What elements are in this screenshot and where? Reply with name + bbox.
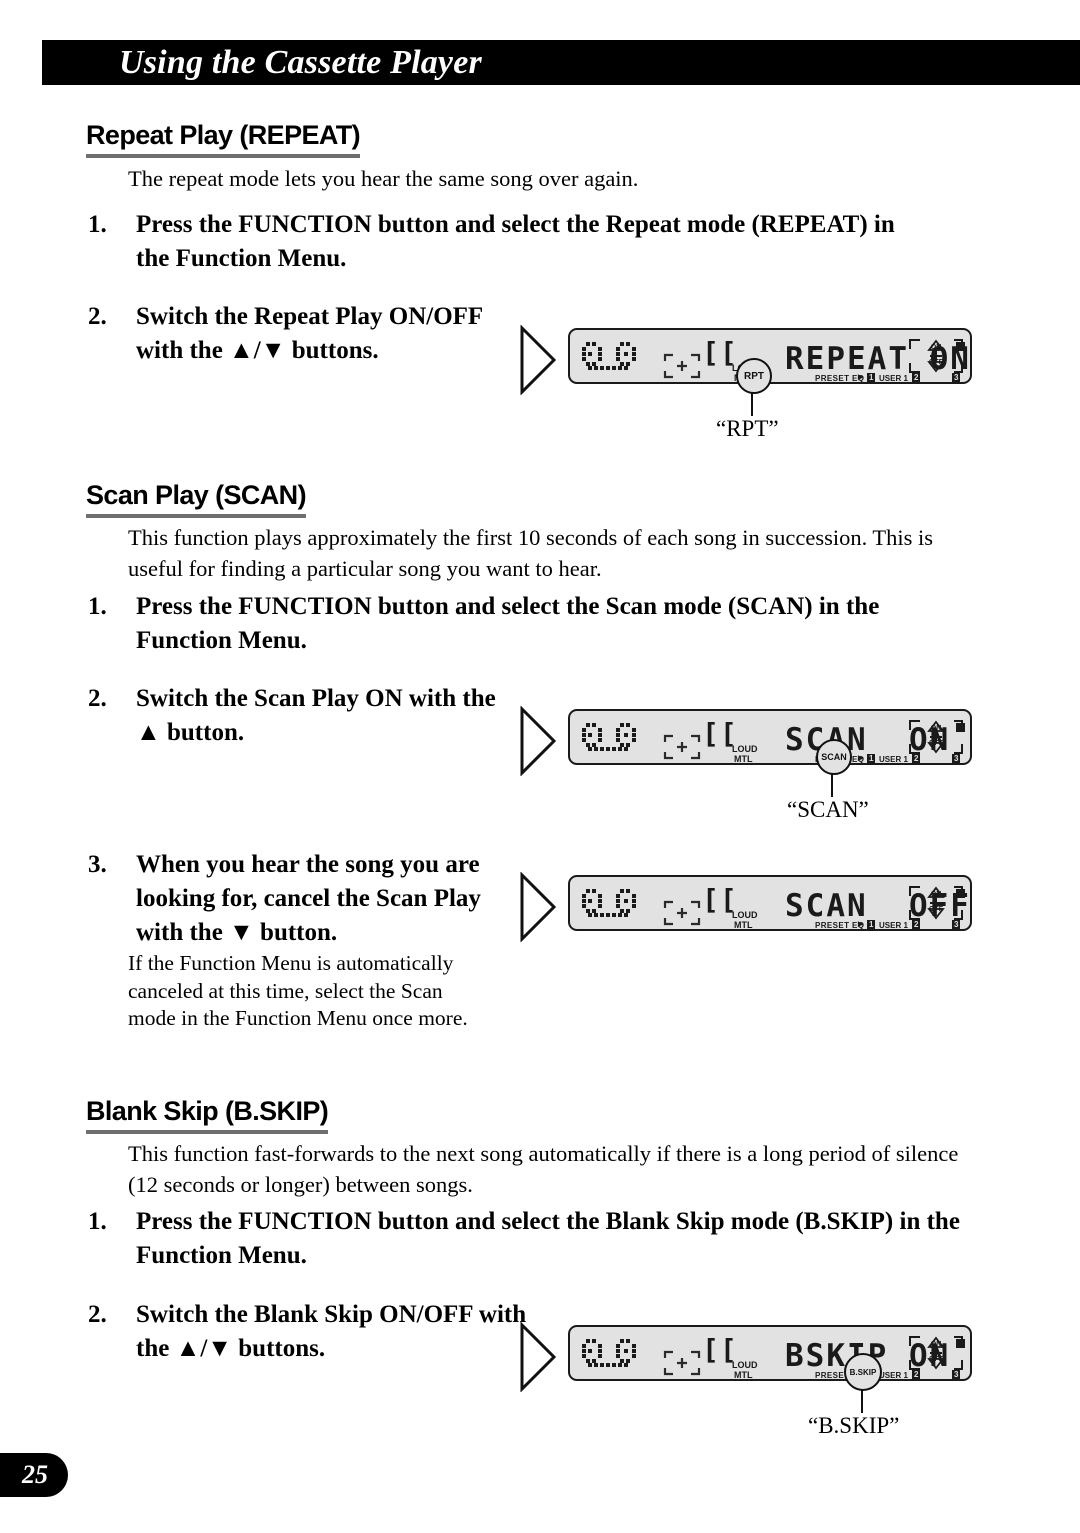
mtl-indicator: MTL xyxy=(734,754,753,764)
step-number: 1. xyxy=(88,211,107,238)
page-title: Using the Cassette Player xyxy=(119,43,482,81)
scan-indicator-callout: SCAN xyxy=(816,739,852,775)
pointer-triangle-scan-off xyxy=(520,872,557,942)
scan-note: If the Function Menu is automatically ca… xyxy=(128,951,468,1030)
step-text: When you hear the song you are looking f… xyxy=(136,851,481,946)
plus-bracket-icon xyxy=(663,734,701,760)
eq-preset-1-badge: 1 xyxy=(867,920,876,929)
lcd-display-scan-on: [[ LOUD MTL SCAN ON PRESET EQ ▶ 1 USER 1… xyxy=(568,709,972,765)
section-intro-scan: This function plays approximately the fi… xyxy=(128,525,934,581)
step-blank-skip-2: 2. Switch the Blank Skip ON/OFF with the… xyxy=(88,1298,528,1366)
pointer-triangle-scan-on xyxy=(520,706,557,776)
step-scan-1: 1. Press the FUNCTION button and select … xyxy=(88,590,938,658)
cassette-reels-icon xyxy=(582,342,636,370)
pointer-triangle-repeat xyxy=(520,325,557,395)
callout-label-bskip: “B.SKIP” xyxy=(808,1413,900,1438)
user-1-label: USER 1 xyxy=(879,921,908,930)
plus-bracket-icon xyxy=(663,900,701,926)
mtl-indicator: MTL xyxy=(734,1370,753,1380)
step-number: 3. xyxy=(88,851,107,878)
step-number: 2. xyxy=(88,303,107,330)
pointer-triangle-bskip xyxy=(520,1322,557,1392)
rpt-indicator-callout: RPT xyxy=(736,358,772,394)
page-number: 25 xyxy=(22,1460,48,1489)
svg-text:ON: ON xyxy=(931,891,942,898)
eq-preset-1-badge: 1 xyxy=(867,373,876,382)
cassette-reels-icon xyxy=(582,1339,636,1367)
section-intro-blank-skip: This function fast-forwards to the next … xyxy=(128,1141,959,1197)
callout-label-scan: “SCAN” xyxy=(787,797,869,822)
step-text: Press the FUNCTION button and select the… xyxy=(136,211,895,272)
svg-text:OFF: OFF xyxy=(929,906,944,913)
section-heading-blank-skip: Blank Skip (B.SKIP) xyxy=(86,1096,329,1134)
svg-text:OFF: OFF xyxy=(929,1356,944,1363)
step-text: Switch the Scan Play ON with the ▲ butto… xyxy=(136,685,496,746)
step-text: Press the FUNCTION button and select the… xyxy=(136,1208,960,1269)
step-scan-2: 2. Switch the Scan Play ON with the ▲ bu… xyxy=(88,682,508,750)
section-intro-repeat: The repeat mode lets you hear the same s… xyxy=(128,166,639,191)
step-repeat-2: 2. Switch the Repeat Play ON/OFF with th… xyxy=(88,300,508,368)
cassette-reels-icon xyxy=(582,889,636,917)
on-off-arrows-icon: ON OFF xyxy=(909,1336,965,1370)
section-heading-repeat: Repeat Play (REPEAT) xyxy=(86,120,361,158)
step-number: 1. xyxy=(88,1208,107,1235)
page-number-tab: 25 xyxy=(0,1453,68,1497)
lcd-display-scan-off: [[ LOUD MTL SCAN OFF PRESET EQ ▶ 1 USER … xyxy=(568,875,972,931)
step-repeat-1: 1. Press the FUNCTION button and select … xyxy=(88,208,928,276)
loud-indicator: LOUD xyxy=(732,910,758,920)
section-heading-scan: Scan Play (SCAN) xyxy=(86,480,307,518)
on-off-arrows-icon: ON OFF xyxy=(909,339,965,373)
svg-text:ON: ON xyxy=(931,344,942,351)
svg-text:ON: ON xyxy=(931,1341,942,1348)
preset-eq-arrow-icon: ▶ xyxy=(858,374,864,381)
mtl-indicator: MTL xyxy=(734,920,753,930)
step-number: 1. xyxy=(88,593,107,620)
preset-eq-arrow-icon: ▶ xyxy=(858,755,864,762)
lcd-display-bskip-on: [[ LOUD MTL BSKIP ON PRESET EQ ▶ 1 USER … xyxy=(568,1325,972,1381)
eq-preset-1-badge: 1 xyxy=(867,754,876,763)
preset-eq-label: PRESET EQ xyxy=(815,374,865,383)
cassette-reels-icon xyxy=(582,723,636,751)
step-blank-skip-1: 1. Press the FUNCTION button and select … xyxy=(88,1205,968,1273)
step-text: Press the FUNCTION button and select the… xyxy=(136,593,880,654)
step-text: Switch the Blank Skip ON/OFF with the ▲/… xyxy=(136,1301,527,1362)
svg-text:OFF: OFF xyxy=(929,740,944,747)
svg-text:ON: ON xyxy=(931,725,942,732)
step-scan-3: 3. When you hear the song you are lookin… xyxy=(88,848,508,950)
plus-bracket-icon xyxy=(663,353,701,379)
on-off-arrows-icon: ON OFF xyxy=(909,720,965,754)
plus-bracket-icon xyxy=(663,1350,701,1376)
callout-label-rpt: “RPT” xyxy=(716,416,779,441)
step-number: 2. xyxy=(88,1301,107,1328)
page-header-bar: Using the Cassette Player xyxy=(42,40,1080,85)
preset-eq-label: PRESET EQ xyxy=(815,921,865,930)
bskip-indicator-callout: B.SKIP xyxy=(844,1353,882,1391)
user-1-label: USER 1 xyxy=(879,374,908,383)
user-1-label: USER 1 xyxy=(879,755,908,764)
preset-eq-arrow-icon: ▶ xyxy=(858,921,864,928)
svg-text:OFF: OFF xyxy=(929,359,944,366)
step-number: 2. xyxy=(88,685,107,712)
user-1-label: USER 1 xyxy=(879,1371,908,1380)
loud-indicator: LOUD xyxy=(732,1360,758,1370)
loud-indicator: LOUD xyxy=(732,744,758,754)
step-text: Switch the Repeat Play ON/OFF with the ▲… xyxy=(136,303,483,364)
on-off-arrows-icon: ON OFF xyxy=(909,886,965,920)
